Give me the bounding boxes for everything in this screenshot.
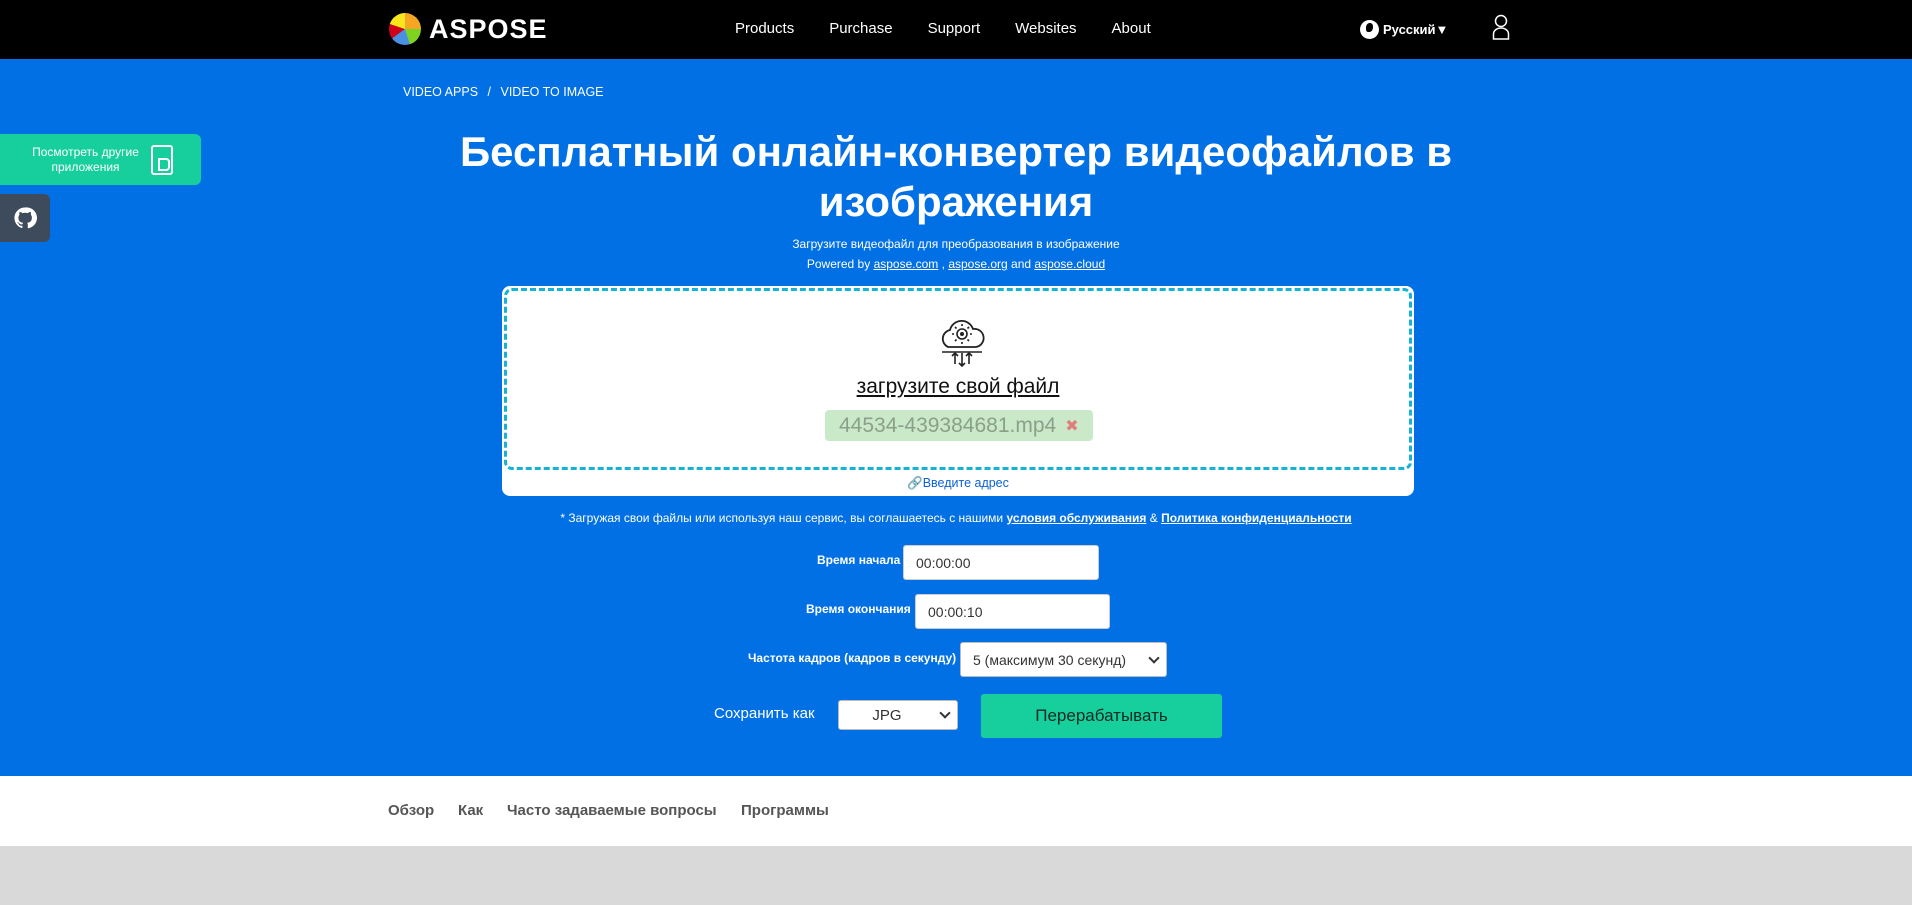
- nav-products[interactable]: Products: [735, 20, 794, 37]
- frame-rate-label: Частота кадров (кадров в секунду): [748, 651, 957, 665]
- powered-and: and: [1011, 257, 1032, 271]
- link-icon: 🔗: [907, 476, 923, 490]
- terms-of-service-link[interactable]: условия обслуживания: [1006, 511, 1146, 525]
- section-nav-programs[interactable]: Программы: [741, 802, 829, 819]
- terms-amp: &: [1149, 511, 1158, 525]
- cloud-upload-icon: [941, 320, 985, 367]
- breadcrumb-video-to-image[interactable]: VIDEO TO IMAGE: [500, 85, 603, 99]
- powered-separator: ,: [941, 257, 945, 271]
- output-format-select[interactable]: JPG: [838, 700, 958, 730]
- other-apps-button[interactable]: Посмотреть другие приложения: [0, 134, 201, 185]
- nav-support[interactable]: Support: [928, 20, 981, 37]
- link-aspose-com[interactable]: aspose.com: [874, 257, 939, 271]
- section-nav-faq[interactable]: Часто задаваемые вопросы: [507, 802, 717, 819]
- aspose-logo[interactable]: ASPOSE: [389, 13, 548, 45]
- page-title: Бесплатный онлайн-конвертер видеофайлов …: [459, 128, 1453, 225]
- enter-url-link[interactable]: 🔗Введите адрес: [502, 476, 1414, 491]
- frame-rate-select[interactable]: 5 (максимум 30 секунд): [960, 642, 1167, 677]
- enter-url-label: Введите адрес: [922, 476, 1009, 490]
- output-format-value: JPG: [872, 706, 902, 724]
- nav-purchase[interactable]: Purchase: [829, 20, 892, 37]
- section-nav-how[interactable]: Как: [458, 802, 483, 819]
- start-time-input[interactable]: 00:00:00: [903, 545, 1099, 580]
- powered-by: Powered by aspose.com , aspose.org and a…: [0, 257, 1912, 271]
- document-icon: [151, 144, 173, 175]
- process-button[interactable]: Перерабатывать: [981, 694, 1222, 738]
- terms-notice: * Загружая свои файлы или используя наш …: [0, 511, 1912, 525]
- section-nav: Обзор Как Часто задаваемые вопросы Прогр…: [0, 776, 1912, 846]
- aspose-logo-mark: [389, 13, 421, 45]
- user-icon[interactable]: [1492, 14, 1510, 40]
- page-subtitle: Загрузите видеофайл для преобразования в…: [792, 237, 1120, 251]
- uploaded-file-chip: 44534-439384681.mp4 ✖: [825, 410, 1093, 441]
- nav-about[interactable]: About: [1112, 20, 1151, 37]
- hero-section: VIDEO APPS / VIDEO TO IMAGE Посмотреть д…: [0, 59, 1912, 776]
- end-time-input[interactable]: 00:00:10: [915, 594, 1110, 629]
- upload-file-link[interactable]: загрузите свой файл: [507, 375, 1409, 399]
- start-time-label: Время начала: [817, 553, 901, 567]
- other-apps-label: Посмотреть другие приложения: [32, 144, 139, 174]
- language-label: Русский: [1383, 22, 1436, 37]
- nav-websites[interactable]: Websites: [1015, 20, 1076, 37]
- github-button[interactable]: [0, 194, 50, 242]
- link-aspose-cloud[interactable]: aspose.cloud: [1034, 257, 1105, 271]
- frame-rate-value: 5 (максимум 30 секунд): [973, 651, 1127, 668]
- end-time-label: Время окончания: [806, 602, 911, 616]
- section-nav-overview[interactable]: Обзор: [388, 802, 434, 819]
- chevron-down-icon: [1148, 651, 1160, 664]
- remove-file-icon[interactable]: ✖: [1065, 416, 1078, 436]
- top-header: ASPOSE Products Purchase Support Website…: [0, 0, 1912, 59]
- upload-panel: загрузите свой файл 44534-439384681.mp4 …: [502, 286, 1414, 496]
- globe-icon: [1360, 20, 1379, 39]
- privacy-policy-link[interactable]: Политика конфиденциальности: [1161, 511, 1352, 525]
- chevron-down-icon: [939, 707, 951, 719]
- logo-text: ASPOSE: [429, 13, 548, 44]
- uploaded-file-name: 44534-439384681.mp4: [839, 413, 1057, 437]
- file-drop-zone[interactable]: загрузите свой файл 44534-439384681.mp4 …: [504, 288, 1412, 470]
- caret-down-icon: ▼: [1435, 22, 1449, 37]
- save-as-label: Сохранить как: [714, 705, 815, 722]
- breadcrumb-video-apps[interactable]: VIDEO APPS: [403, 85, 478, 99]
- powered-prefix: Powered by: [806, 257, 871, 271]
- breadcrumb-separator: /: [487, 85, 491, 99]
- link-aspose-org[interactable]: aspose.org: [948, 257, 1007, 271]
- breadcrumb: VIDEO APPS / VIDEO TO IMAGE: [403, 85, 610, 99]
- main-nav: Products Purchase Support Websites About: [735, 20, 1186, 37]
- github-icon: [14, 207, 37, 229]
- language-selector[interactable]: Русский ▼: [1360, 20, 1448, 39]
- terms-text: * Загружая свои файлы или используя наш …: [560, 511, 1004, 525]
